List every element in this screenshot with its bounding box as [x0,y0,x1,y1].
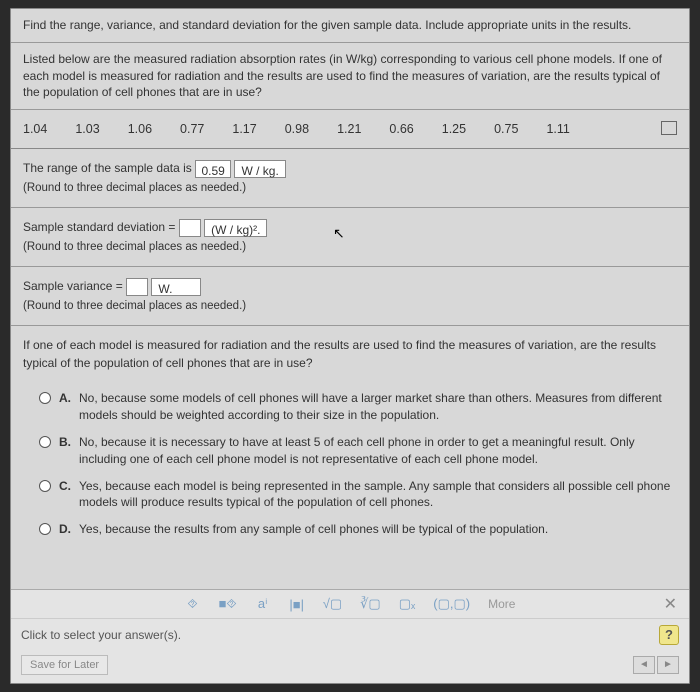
range-prefix: The range of the sample data is [23,161,192,175]
toolbar-close-icon[interactable]: ✕ [664,594,677,614]
radio-icon[interactable] [39,436,51,448]
option-text: No, because some models of cell phones w… [79,390,677,424]
option-label: D. [59,521,71,538]
help-button[interactable]: ? [659,625,679,645]
question-title: Find the range, variance, and standard d… [11,9,689,43]
data-value: 1.17 [232,122,256,136]
toolbar-more[interactable]: More [488,597,515,611]
radio-icon[interactable] [39,480,51,492]
radio-icon[interactable] [39,523,51,535]
question-context: Listed below are the measured radiation … [11,43,689,110]
option-text: Yes, because the results from any sample… [79,521,548,538]
tool-subscript[interactable]: ▢ₓ [399,596,416,612]
click-hint: Click to select your answer(s). [21,628,181,642]
question-panel: Find the range, variance, and standard d… [10,8,690,684]
range-unit-select[interactable]: W / kg. [234,160,285,178]
stddev-input[interactable] [179,219,201,237]
range-section: The range of the sample data is 0.59 W /… [11,149,689,208]
tool-exponent[interactable]: aⁱ [255,596,271,612]
option-c[interactable]: C. Yes, because each model is being repr… [39,478,677,512]
data-value: 1.06 [128,122,152,136]
tool-fraction[interactable]: ⯑ [185,596,201,612]
stddev-section: Sample standard deviation = (W / kg)². (… [11,208,689,267]
data-value: 1.11 [546,122,569,136]
stddev-unit-select[interactable]: (W / kg)². [204,219,267,237]
option-label: C. [59,478,71,495]
variance-prefix: Sample variance = [23,279,123,293]
tool-mixed[interactable]: ■⯑ [219,596,237,612]
stddev-hint: (Round to three decimal places as needed… [23,241,246,253]
tool-nroot[interactable]: ∛▢ [360,596,381,612]
option-d[interactable]: D. Yes, because the results from any sam… [39,521,677,538]
data-value: 0.75 [494,122,518,136]
option-b[interactable]: B. No, because it is necessary to have a… [39,434,677,468]
copy-data-icon[interactable] [663,123,677,135]
data-value: 0.98 [285,122,309,136]
data-values-row: 1.04 1.03 1.06 0.77 1.17 0.98 1.21 0.66 … [11,110,689,149]
option-label: B. [59,434,71,451]
option-text: No, because it is necessary to have at l… [79,434,677,468]
mc-prompt: If one of each model is measured for rad… [11,326,689,382]
option-label: A. [59,390,71,407]
data-value: 0.66 [389,122,413,136]
range-hint: (Round to three decimal places as needed… [23,182,246,194]
nav-next-button[interactable]: ► [657,656,679,674]
save-for-later-button[interactable]: Save for Later [21,655,108,675]
data-value: 1.04 [23,122,47,136]
data-value: 1.03 [75,122,99,136]
range-input[interactable]: 0.59 [195,160,231,178]
footer-row: Click to select your answer(s). ? [11,619,689,651]
variance-unit-select[interactable]: W. [151,278,201,296]
tool-sqrt[interactable]: √▢ [323,596,342,612]
variance-input[interactable] [126,278,148,296]
radio-icon[interactable] [39,392,51,404]
tool-orderedpair[interactable]: (▢,▢) [433,596,470,612]
data-value: 1.21 [337,122,361,136]
mc-options: A. No, because some models of cell phone… [11,382,689,556]
option-text: Yes, because each model is being represe… [79,478,677,512]
bottom-bar: ⯑ ■⯑ aⁱ |■| √▢ ∛▢ ▢ₓ (▢,▢) More ✕ Click … [11,589,689,683]
math-toolbar: ⯑ ■⯑ aⁱ |■| √▢ ∛▢ ▢ₓ (▢,▢) More ✕ [11,590,689,619]
option-a[interactable]: A. No, because some models of cell phone… [39,390,677,424]
nav-prev-button[interactable]: ◄ [633,656,655,674]
stddev-prefix: Sample standard deviation = [23,220,175,234]
save-row: Save for Later ◄ ► [11,651,689,683]
tool-abs[interactable]: |■| [289,597,305,612]
variance-section: Sample variance = W. (Round to three dec… [11,267,689,326]
nav-buttons: ◄ ► [633,656,679,674]
data-value: 1.25 [442,122,466,136]
variance-hint: (Round to three decimal places as needed… [23,300,246,312]
data-value: 0.77 [180,122,204,136]
